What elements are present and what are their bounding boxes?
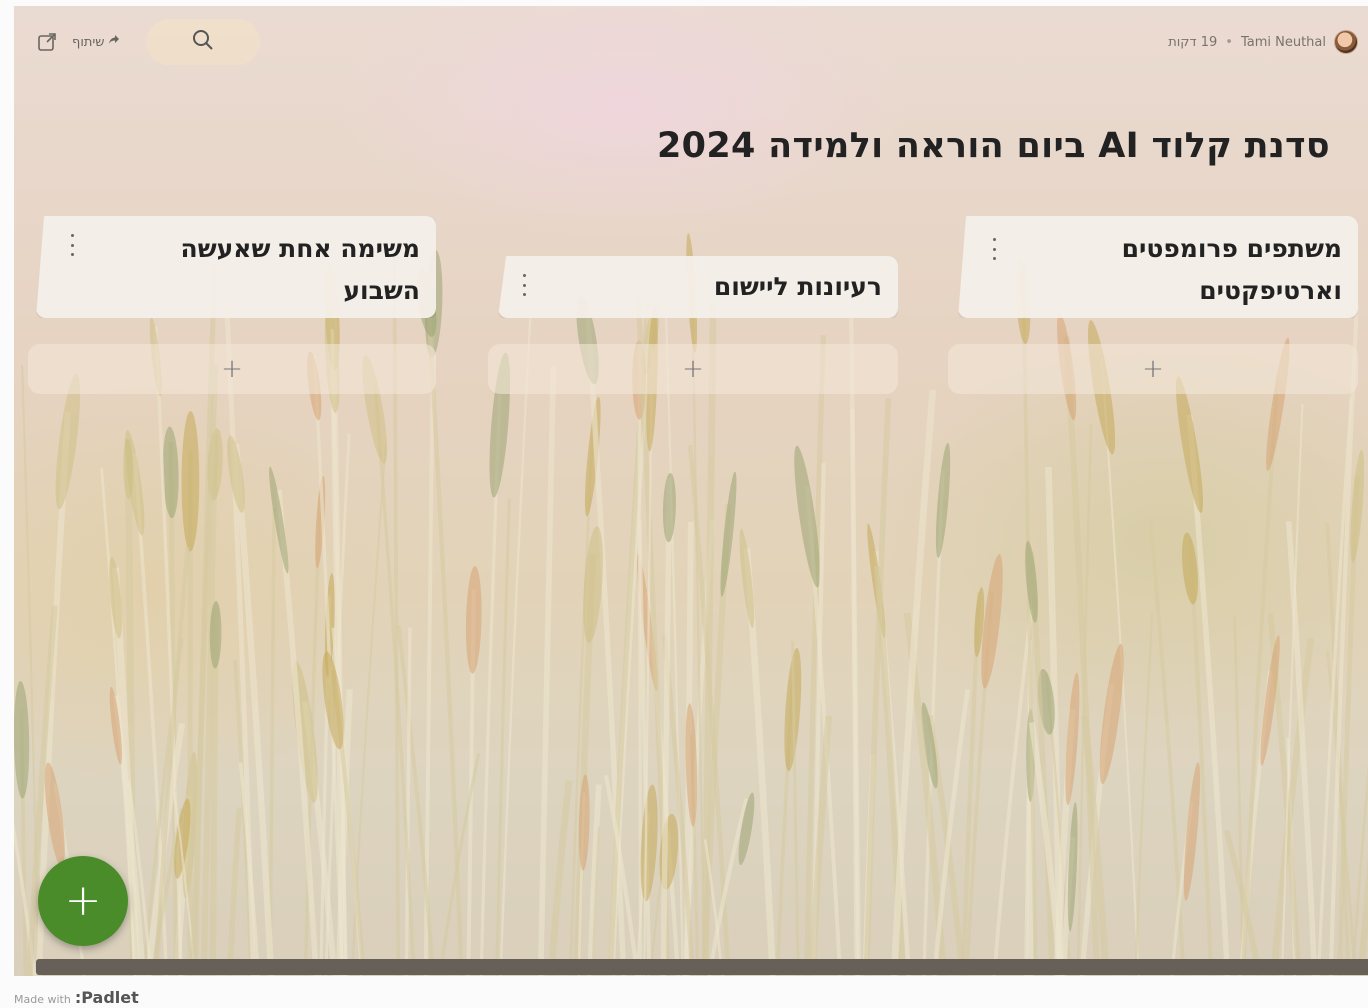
column-title: רעיונות ליישום [713,272,882,301]
made-with-label: Made with [14,993,71,1006]
time-ago: 19 דקות [1168,34,1218,50]
add-post-button[interactable]: + [488,344,898,394]
board-meta: 19 דקות • Tami Neuthal [1168,30,1358,54]
share-arrow-icon [108,34,120,50]
board-title[interactable]: סדנת קלוד AI ביום הוראה ולמידה 2024 [657,126,1330,166]
made-with-footer[interactable]: Made with :Padlet [14,988,139,1007]
more-options-icon[interactable] [518,274,530,296]
add-post-fab[interactable]: + [38,856,128,946]
search-icon [191,28,215,56]
avatar[interactable] [1334,30,1358,54]
toolbar: שיתוף [36,18,260,66]
author-name[interactable]: Tami Neuthal [1241,35,1326,50]
share-label: שיתוף [72,34,105,50]
search-button[interactable] [145,19,260,65]
add-post-button[interactable]: + [948,344,1358,394]
add-post-button[interactable]: + [28,344,436,394]
column-header[interactable]: משתפים פרומפטים וארטיפקטים [958,216,1358,318]
external-link-icon[interactable] [36,31,58,53]
column-header[interactable]: משימה אחת שאעשה השבוע [36,216,436,318]
board-canvas: שיתוף 19 דקות • Tami Neuthal סדנת קלוד A… [14,6,1368,976]
column-title: משימה אחת שאעשה השבוע [180,234,420,305]
column-header[interactable]: רעיונות ליישום [498,256,898,318]
horizontal-scrollbar[interactable] [36,959,1368,975]
meta-separator: • [1225,34,1233,50]
more-options-icon[interactable] [66,234,78,256]
share-button[interactable]: שיתוף [72,34,120,50]
more-options-icon[interactable] [988,238,1000,260]
column-title: משתפים פרומפטים וארטיפקטים [1121,234,1342,305]
padlet-logo: :Padlet [74,988,139,1007]
